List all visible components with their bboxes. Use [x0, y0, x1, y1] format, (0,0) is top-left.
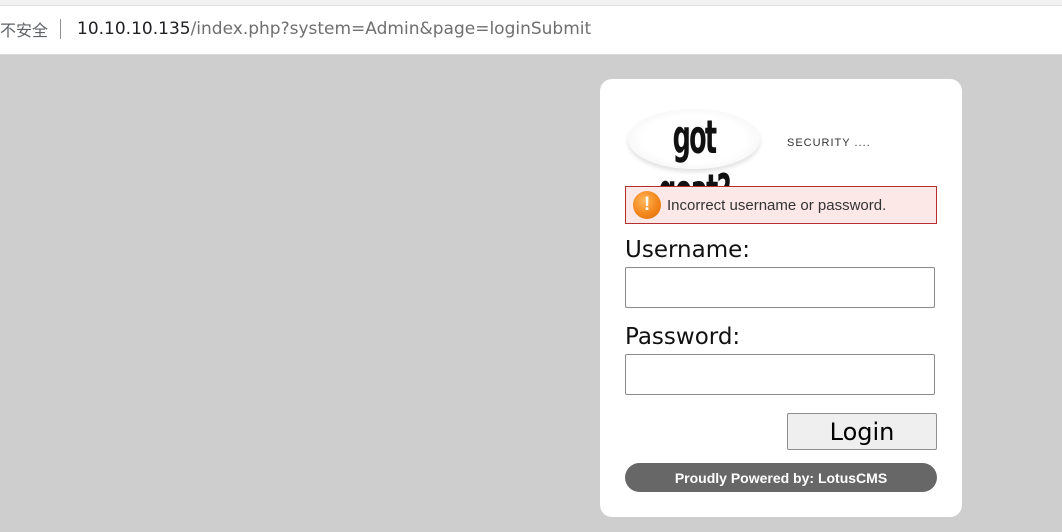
password-label: Password: [625, 324, 741, 350]
got-goat-logo: got goat? [628, 99, 760, 220]
browser-address-bar: 不安全 10.10.10.135 /index.php?system=Admin… [0, 0, 1062, 55]
username-input[interactable] [625, 267, 935, 308]
error-message-box: ! Incorrect username or password. [625, 186, 937, 224]
address-divider [60, 19, 62, 39]
error-message-text: Incorrect username or password. [667, 196, 887, 214]
security-indicator[interactable]: 不安全 [0, 17, 48, 41]
page-content: got goat? SECURITY .... ! Incorrect user… [0, 55, 1062, 532]
warning-icon: ! [633, 191, 661, 219]
powered-by-footer: Proudly Powered by: LotusCMS [625, 463, 937, 492]
login-card: got goat? SECURITY .... ! Incorrect user… [600, 79, 962, 517]
login-button[interactable]: Login [787, 413, 937, 450]
url-host[interactable]: 10.10.10.135 [77, 19, 191, 39]
url-path[interactable]: /index.php?system=Admin&page=loginSubmit [191, 19, 592, 39]
username-label: Username: [625, 237, 750, 263]
browser-top-strip [0, 0, 1062, 6]
url-field[interactable]: 不安全 10.10.10.135 /index.php?system=Admin… [0, 10, 1062, 48]
security-tagline: SECURITY .... [787, 137, 871, 149]
password-input[interactable] [625, 354, 935, 395]
